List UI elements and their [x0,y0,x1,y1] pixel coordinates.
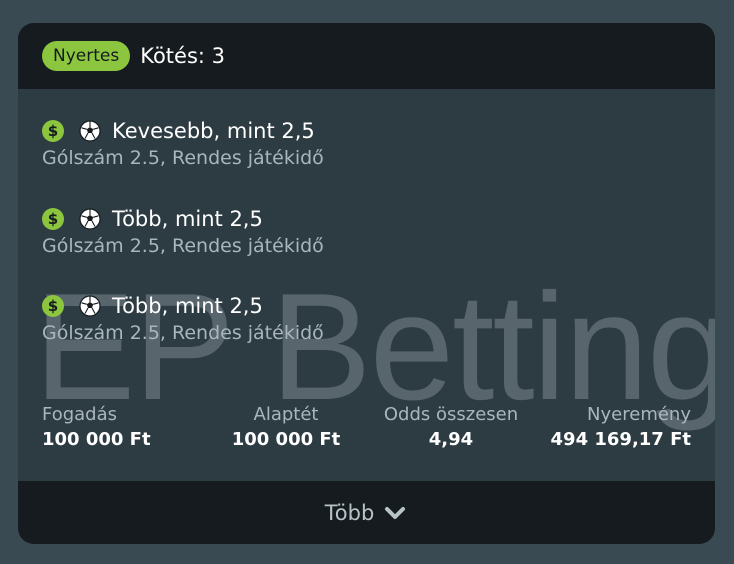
selection-item: $ Kevesebb, mint 2,5 Gólszám 2.5, Rendes… [42,117,324,169]
status-badge: Nyertes [42,41,131,71]
total-odds-label: Odds összesen [383,404,519,425]
more-label: Több [324,500,375,525]
base-stake-label: Alaptét [253,404,319,425]
selection-market: Gólszám 2.5, Rendes játékidő [42,235,324,257]
soccer-ball-icon [79,295,101,317]
stake-label: Fogadás [42,404,118,425]
selection-item: $ Több, mint 2,5 Gólszám 2.5, Rendes ját… [42,292,324,344]
bet-summary: Fogadás 100 000 Ft Alaptét 100 000 Ft Od… [18,403,715,463]
winnings-label: Nyeremény [587,404,691,425]
base-stake-value: 100 000 Ft [231,429,341,450]
base-stake-summary: Alaptét 100 000 Ft [232,403,341,453]
selection-name: Kevesebb, mint 2,5 [112,119,315,143]
selection-name: Több, mint 2,5 [112,207,263,231]
stake-summary: Fogadás 100 000 Ft [42,403,151,453]
selection-name: Több, mint 2,5 [112,294,263,318]
bet-count: Kötés: 3 [140,44,225,68]
selection-market: Gólszám 2.5, Rendes játékidő [42,147,324,169]
total-odds-value: 4,94 [428,429,474,450]
bet-card-header: Nyertes Kötés: 3 [18,23,715,89]
bet-card-content: EP Betting $ Kevesebb, mint 2,5 Gólszám … [18,89,715,481]
winnings-summary: Nyeremény 494 169,17 Ft [551,403,691,453]
stake-value: 100 000 Ft [42,429,151,450]
dollar-icon: $ [42,295,64,317]
bet-card: Nyertes Kötés: 3 EP Betting $ Kevesebb, … [18,23,715,544]
dollar-icon: $ [42,120,64,142]
soccer-ball-icon [79,208,101,230]
chevron-down-icon [382,500,408,526]
winnings-value: 494 169,17 Ft [550,429,691,450]
soccer-ball-icon [79,120,101,142]
more-button[interactable]: Több [18,481,715,544]
selection-market: Gólszám 2.5, Rendes játékidő [42,322,324,344]
selection-item: $ Több, mint 2,5 Gólszám 2.5, Rendes ját… [42,205,324,257]
dollar-icon: $ [42,208,64,230]
total-odds-summary: Odds összesen 4,94 [384,403,518,453]
